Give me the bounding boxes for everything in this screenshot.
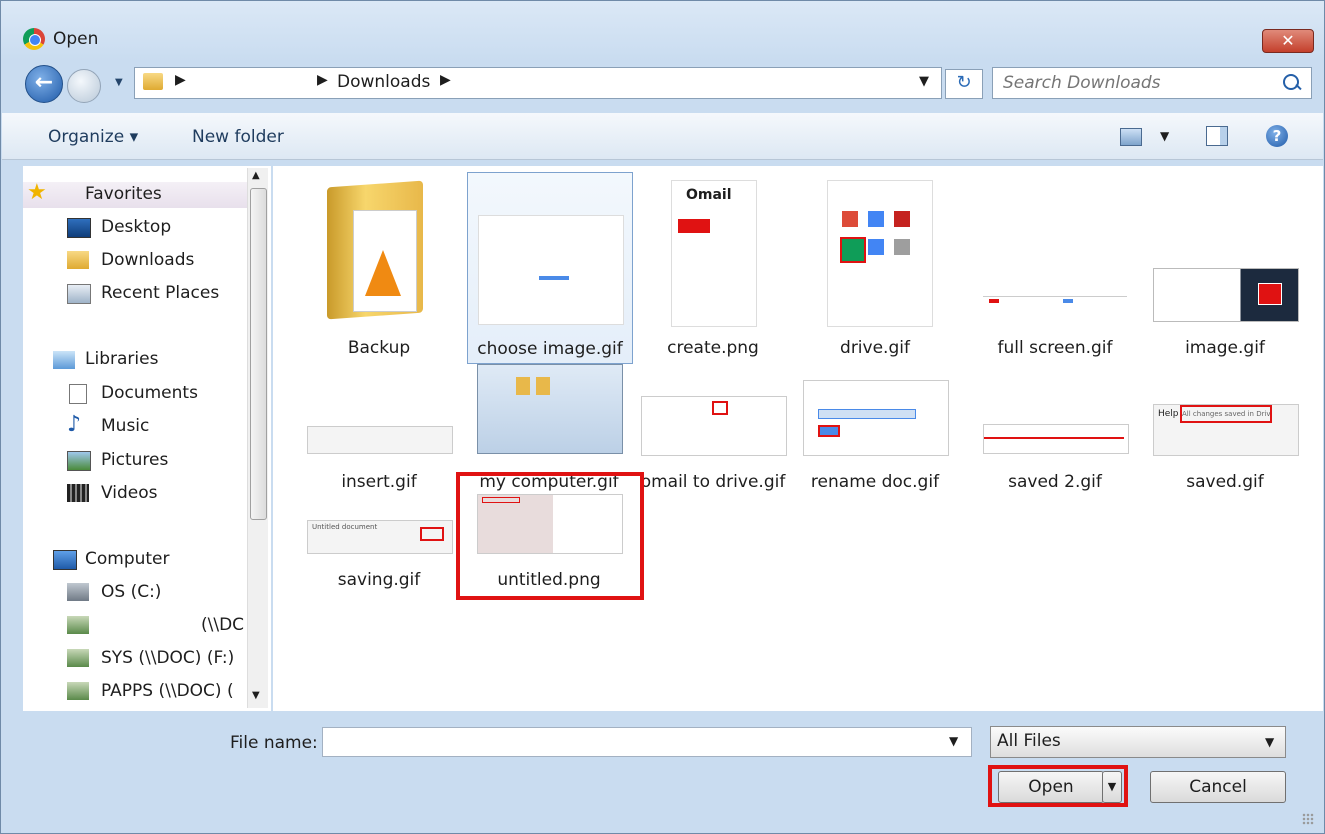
chevron-down-icon: ▼ [1265, 735, 1275, 749]
image-thumbnail [641, 396, 787, 456]
sidebar-scrollbar[interactable]: ▲ ▼ [247, 168, 268, 708]
music-icon: ♪ [67, 412, 82, 437]
sidebar-network-drive[interactable]: (\\DC [201, 615, 244, 635]
close-button[interactable]: ✕ [1262, 29, 1314, 53]
breadcrumb-arrow-icon[interactable]: ▶ [317, 72, 328, 88]
search-box[interactable] [992, 67, 1312, 99]
downloads-icon [67, 251, 89, 269]
file-name: saving.gif [337, 570, 421, 590]
network-drive-icon [67, 616, 89, 634]
thumb-help-text: Help [1158, 409, 1179, 419]
sidebar-desktop[interactable]: Desktop [101, 217, 171, 237]
image-thumbnail: Help All changes saved in Drive [1153, 404, 1299, 456]
desktop-icon [67, 218, 91, 238]
open-dialog: Open ✕ ← ▼ ▶ ▶ Downloads ▶ ▼ ↻ Organize … [0, 0, 1325, 834]
search-input[interactable] [1001, 71, 1275, 95]
file-name-input[interactable]: ▼ [322, 727, 972, 757]
file-name-label: File name: [230, 733, 318, 753]
file-item[interactable]: Help All changes saved in Drive saved.gi… [1143, 306, 1307, 496]
file-type-value: All Files [997, 731, 1061, 751]
image-thumbnail [827, 180, 933, 327]
sidebar-documents[interactable]: Documents [101, 383, 198, 403]
documents-icon [69, 384, 87, 404]
file-name: rename doc.gif [810, 472, 940, 492]
cancel-button[interactable]: Cancel [1150, 771, 1286, 803]
sidebar-music[interactable]: Music [101, 416, 149, 436]
file-name: saved 2.gif [1008, 472, 1102, 492]
sidebar-computer[interactable]: Computer [85, 549, 170, 569]
libraries-icon [53, 351, 75, 369]
chrome-icon [23, 28, 45, 50]
file-item[interactable]: rename doc.gif [793, 306, 957, 496]
pictures-icon [67, 451, 91, 471]
star-icon: ★ [27, 180, 47, 205]
recent-locations-dropdown[interactable]: ▼ [115, 77, 123, 88]
organize-menu[interactable]: Organize ▾ [48, 127, 138, 147]
file-item[interactable]: omail to drive.gif [631, 306, 795, 496]
resize-grip[interactable] [1302, 813, 1314, 825]
file-name-dropdown[interactable]: ▼ [949, 734, 958, 748]
scrollbar-thumb[interactable] [250, 188, 267, 520]
navigation-pane: ★ Favorites Desktop Downloads Recent Pla… [23, 166, 271, 711]
image-thumbnail [803, 380, 949, 456]
sidebar-os-drive[interactable]: OS (C:) [101, 582, 161, 602]
network-drive-icon [67, 682, 89, 700]
sidebar-favorites[interactable]: Favorites [85, 184, 162, 204]
views-dropdown[interactable]: ▼ [1160, 129, 1169, 143]
sidebar-papps-drive[interactable]: PAPPS (\\DOC) ( [101, 681, 234, 701]
scroll-up-icon[interactable]: ▲ [252, 170, 260, 181]
file-item[interactable]: Untitled document saving.gif [297, 404, 461, 594]
scroll-down-icon[interactable]: ▼ [252, 690, 260, 701]
image-thumbnail: Untitled document [307, 520, 453, 554]
computer-icon [53, 550, 77, 570]
change-view-icon[interactable] [1120, 128, 1142, 146]
network-drive-icon [67, 649, 89, 667]
image-thumbnail: Omail [671, 180, 757, 327]
refresh-icon[interactable]: ↻ [945, 69, 983, 99]
breadcrumb-downloads[interactable]: Downloads [337, 72, 430, 92]
file-type-select[interactable]: All Files ▼ [990, 726, 1286, 758]
file-name: omail to drive.gif [640, 472, 786, 492]
title-bar[interactable]: Open ✕ [1, 1, 1324, 57]
address-bar[interactable]: ▶ ▶ Downloads ▶ ▼ [134, 67, 942, 99]
search-icon[interactable] [1283, 74, 1299, 90]
drive-icon [67, 583, 89, 601]
sidebar-recent-places[interactable]: Recent Places [101, 283, 219, 303]
folder-thumbnail [307, 180, 451, 325]
preview-pane-icon[interactable] [1206, 126, 1228, 146]
file-item[interactable]: saved 2.gif [973, 306, 1137, 496]
thumb-saved-banner: All changes saved in Drive [1180, 405, 1272, 423]
breadcrumb-arrow-icon[interactable]: ▶ [440, 72, 451, 88]
sidebar-pictures[interactable]: Pictures [101, 450, 168, 470]
sidebar-libraries[interactable]: Libraries [85, 349, 158, 369]
thumb-doc-title: Untitled document [312, 523, 378, 531]
address-dropdown[interactable]: ▼ [919, 74, 929, 89]
folder-icon [143, 73, 163, 90]
image-thumbnail [983, 424, 1129, 454]
recent-places-icon [67, 284, 91, 304]
highlight-box-untitled [456, 472, 644, 600]
dialog-footer: File name: ▼ All Files ▼ Open ▼ Cancel [2, 713, 1323, 833]
back-button[interactable]: ← [25, 65, 63, 103]
breadcrumb-arrow-icon[interactable]: ▶ [175, 72, 186, 88]
file-name: saved.gif [1186, 472, 1264, 492]
videos-icon [67, 484, 89, 502]
highlight-box-open [988, 765, 1128, 807]
help-icon[interactable]: ? [1266, 125, 1288, 147]
sidebar-videos[interactable]: Videos [101, 483, 158, 503]
file-list: Backup choose image.gif Omail create.png [273, 166, 1323, 711]
redacted-path [191, 69, 321, 95]
sidebar-sys-drive[interactable]: SYS (\\DOC) (F:) [101, 648, 234, 668]
sidebar-downloads[interactable]: Downloads [101, 250, 194, 270]
forward-button[interactable] [67, 69, 101, 103]
dialog-title: Open [53, 29, 99, 49]
new-folder-button[interactable]: New folder [192, 127, 284, 147]
omail-logo: Omail [686, 187, 732, 203]
command-bar: Organize ▾ New folder ▼ ? [2, 113, 1323, 160]
